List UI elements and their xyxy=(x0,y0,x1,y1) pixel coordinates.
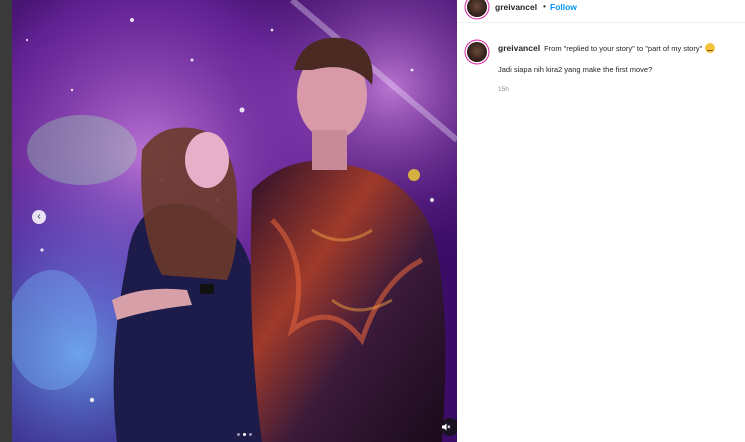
post-side-panel: greivancel • Follow greivancel From "repl… xyxy=(457,0,745,442)
follow-button[interactable]: Follow xyxy=(550,2,577,12)
caption-username[interactable]: greivancel xyxy=(498,43,540,53)
caption-avatar[interactable] xyxy=(467,42,487,62)
chevron-left-icon: ‹ xyxy=(37,211,41,222)
carousel-previous-button[interactable]: ‹ xyxy=(32,210,46,224)
avatar[interactable] xyxy=(467,0,487,17)
carousel-dot xyxy=(237,433,240,436)
carousel-indicator xyxy=(237,433,252,436)
carousel-dot xyxy=(249,433,252,436)
caption-body: Jadi siapa nih kira2 yang make the first… xyxy=(498,65,653,74)
header-username[interactable]: greivancel xyxy=(495,2,537,12)
instagram-post-window: ‹ greivancel • Follow greivancel From "re… xyxy=(0,0,745,442)
mute-toggle-button[interactable] xyxy=(441,418,457,436)
post-timestamp[interactable]: 15h xyxy=(498,86,509,93)
caption-text: From "replied to your story" to "part of… xyxy=(544,44,703,53)
carousel-dot-active xyxy=(243,433,246,436)
caption-first-line: greivancel From "replied to your story" t… xyxy=(498,43,716,53)
window-left-edge xyxy=(0,0,12,442)
smiling-face-with-tear-icon xyxy=(705,43,716,53)
header-separator: • xyxy=(543,1,546,11)
post-header: greivancel • Follow xyxy=(457,0,745,23)
speaker-muted-icon xyxy=(442,423,451,431)
media-photo xyxy=(12,0,457,442)
post-media[interactable]: ‹ xyxy=(12,0,457,442)
